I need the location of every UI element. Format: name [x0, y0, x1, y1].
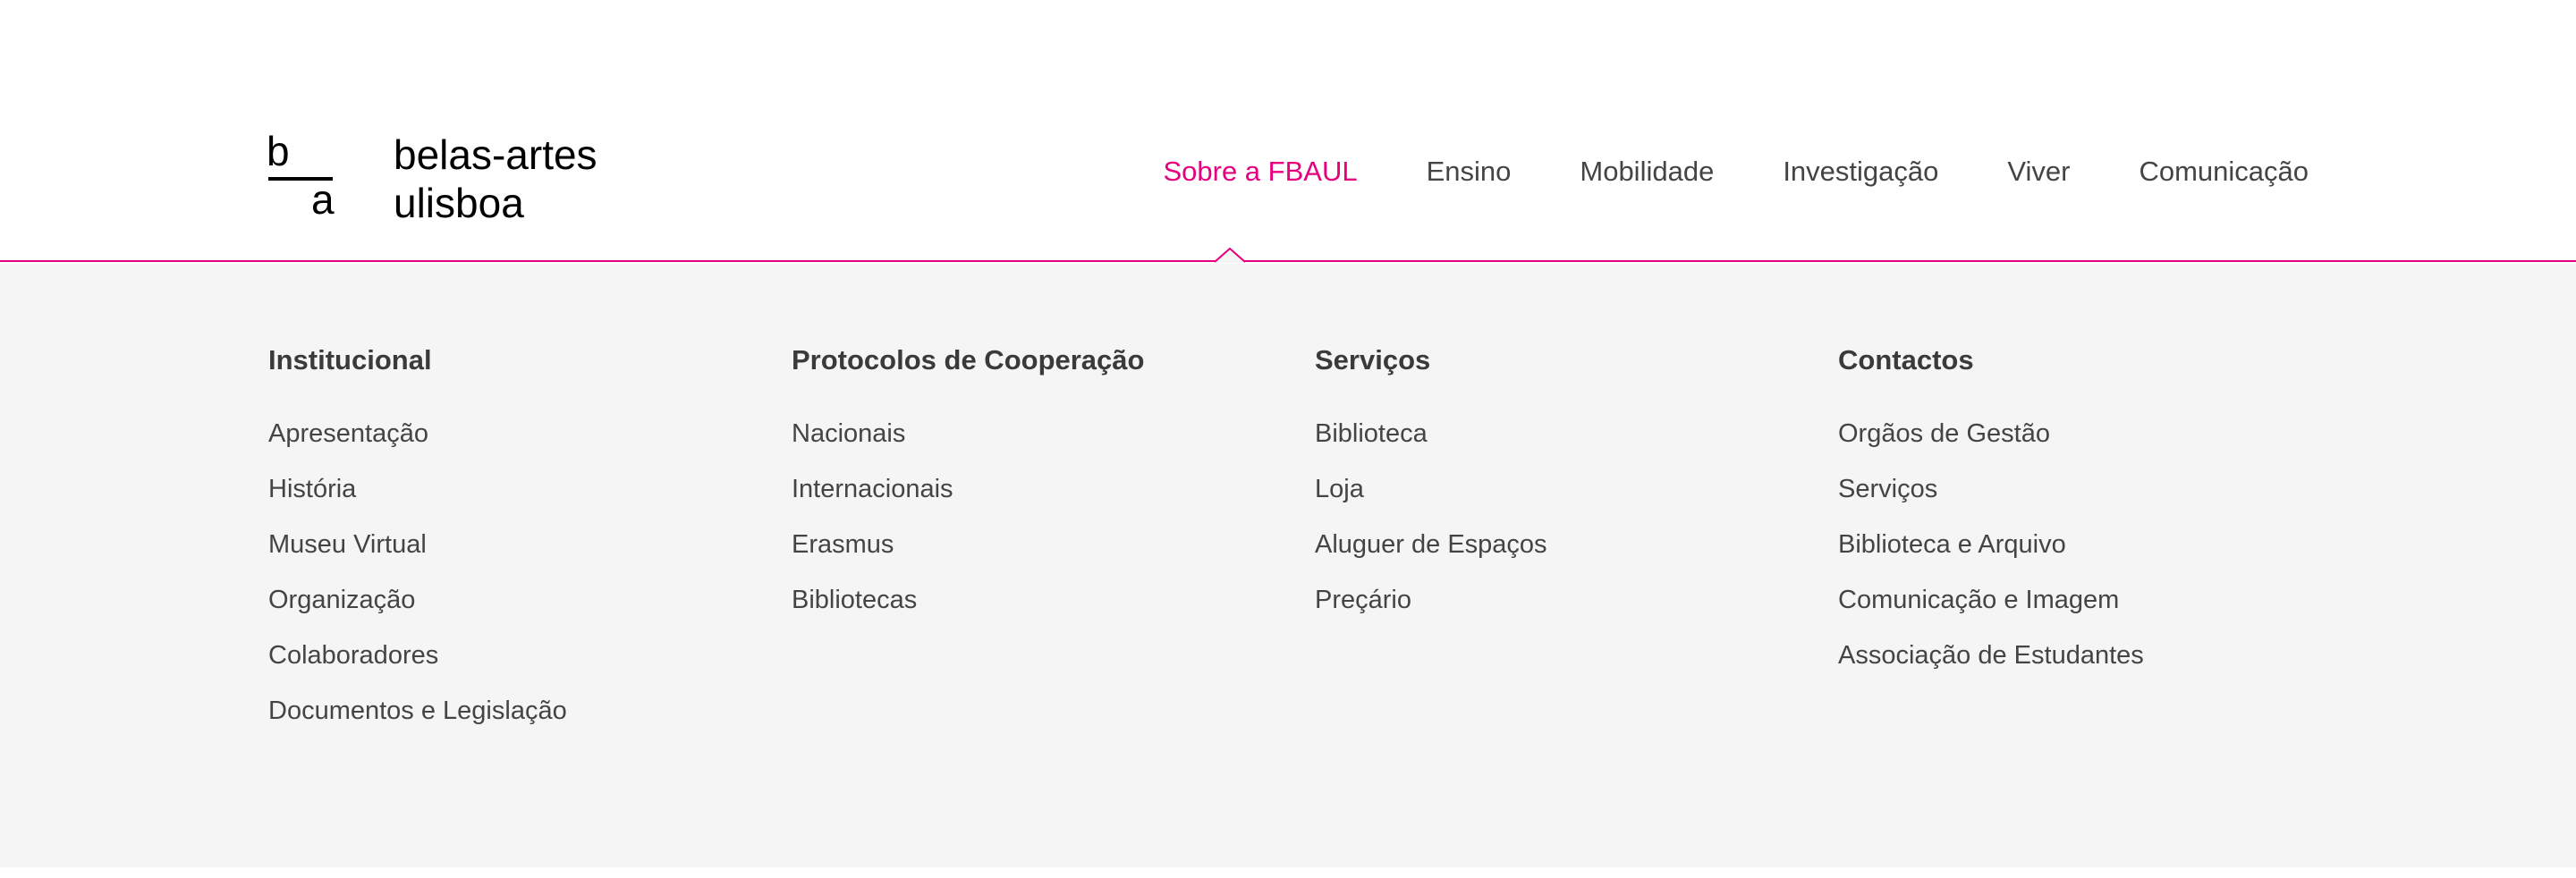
logo-mark-bottom: a: [311, 176, 335, 223]
menu-column-title: Serviços: [1315, 344, 1431, 376]
menu-column-title: Contactos: [1838, 344, 1974, 376]
menu-link-museu-virtual[interactable]: Museu Virtual: [268, 530, 427, 559]
menu-link-documentos-e-legislacao[interactable]: Documentos e Legislação: [268, 696, 567, 725]
menu-column-institucional: Institucional Apresentação História Muse…: [268, 341, 567, 747]
list-item: Associação de Estudantes: [1838, 636, 2144, 691]
menu-column-contactos: Contactos Orgãos de Gestão Serviços Bibl…: [1838, 341, 2144, 691]
list-item: Nacionais: [792, 414, 1144, 469]
nav-item-ensino[interactable]: Ensino: [1427, 152, 1512, 191]
menu-column-servicos: Serviços Biblioteca Loja Aluguer de Espa…: [1315, 341, 1547, 636]
menu-link-biblioteca-e-arquivo[interactable]: Biblioteca e Arquivo: [1838, 530, 2066, 559]
menu-link-bibliotecas[interactable]: Bibliotecas: [792, 586, 917, 614]
list-item: Serviços: [1838, 469, 2144, 525]
nav-item-comunicacao[interactable]: Comunicação: [2139, 152, 2309, 191]
nav-item-sobre-a-fbaul[interactable]: Sobre a FBAUL: [1163, 152, 1357, 191]
logo-wordmark-line1: belas-artes: [394, 131, 597, 178]
list-item: Orgãos de Gestão: [1838, 414, 2144, 469]
mega-menu-panel: Institucional Apresentação História Muse…: [0, 264, 2576, 867]
list-item: Aluguer de Espaços: [1315, 525, 1547, 580]
menu-link-precario[interactable]: Preçário: [1315, 586, 1411, 614]
menu-link-colaboradores[interactable]: Colaboradores: [268, 641, 438, 670]
list-item: Organização: [268, 580, 567, 636]
menu-column-title: Protocolos de Cooperação: [792, 344, 1145, 376]
list-item: História: [268, 469, 567, 525]
menu-link-organizacao[interactable]: Organização: [268, 586, 415, 614]
list-item: Bibliotecas: [792, 580, 1144, 636]
menu-link-biblioteca[interactable]: Biblioteca: [1315, 419, 1428, 448]
list-item: Documentos e Legislação: [268, 691, 567, 747]
list-item: Internacionais: [792, 469, 1144, 525]
list-item: Colaboradores: [268, 636, 567, 691]
menu-link-erasmus[interactable]: Erasmus: [792, 530, 894, 559]
nav-item-mobilidade[interactable]: Mobilidade: [1580, 152, 1714, 191]
main-nav: Sobre a FBAUL Ensino Mobilidade Investig…: [1163, 152, 2309, 191]
menu-link-historia[interactable]: História: [268, 475, 356, 503]
list-item: Preçário: [1315, 580, 1547, 636]
list-item: Comunicação e Imagem: [1838, 580, 2144, 636]
menu-link-apresentacao[interactable]: Apresentação: [268, 419, 428, 448]
menu-link-list: Apresentação História Museu Virtual Orga…: [268, 414, 567, 747]
menu-link-aluguer-de-espacos[interactable]: Aluguer de Espaços: [1315, 530, 1547, 559]
menu-link-list: Nacionais Internacionais Erasmus Bibliot…: [792, 414, 1144, 636]
menu-link-servicos[interactable]: Serviços: [1838, 475, 1937, 503]
menu-column-title: Institucional: [268, 344, 432, 376]
logo-wordmark-line2: ulisboa: [394, 180, 524, 226]
list-item: Loja: [1315, 469, 1547, 525]
menu-link-associacao-de-estudantes[interactable]: Associação de Estudantes: [1838, 641, 2144, 670]
list-item: Apresentação: [268, 414, 567, 469]
logo-mark-top: b: [267, 128, 290, 174]
logo-mark: b a: [267, 131, 335, 220]
logo-wordmark: belas-artes ulisboa: [394, 131, 597, 227]
site-logo[interactable]: b a belas-artes ulisboa: [267, 131, 642, 229]
site-header: b a belas-artes ulisboa Sobre a FBAUL En…: [0, 0, 2576, 263]
menu-link-nacionais[interactable]: Nacionais: [792, 419, 905, 448]
list-item: Biblioteca: [1315, 414, 1547, 469]
nav-item-viver[interactable]: Viver: [2007, 152, 2070, 191]
menu-link-list: Orgãos de Gestão Serviços Biblioteca e A…: [1838, 414, 2144, 691]
list-item: Biblioteca e Arquivo: [1838, 525, 2144, 580]
caret-up-icon: [1215, 248, 1245, 263]
list-item: Museu Virtual: [268, 525, 567, 580]
menu-link-loja[interactable]: Loja: [1315, 475, 1364, 503]
menu-link-list: Biblioteca Loja Aluguer de Espaços Preçá…: [1315, 414, 1547, 636]
nav-item-investigacao[interactable]: Investigação: [1783, 152, 1938, 191]
menu-column-protocolos: Protocolos de Cooperação Nacionais Inter…: [792, 341, 1144, 636]
menu-link-comunicacao-e-imagem[interactable]: Comunicação e Imagem: [1838, 586, 2119, 614]
menu-link-internacionais[interactable]: Internacionais: [792, 475, 953, 503]
menu-link-orgaos-de-gestao[interactable]: Orgãos de Gestão: [1838, 419, 2050, 448]
list-item: Erasmus: [792, 525, 1144, 580]
